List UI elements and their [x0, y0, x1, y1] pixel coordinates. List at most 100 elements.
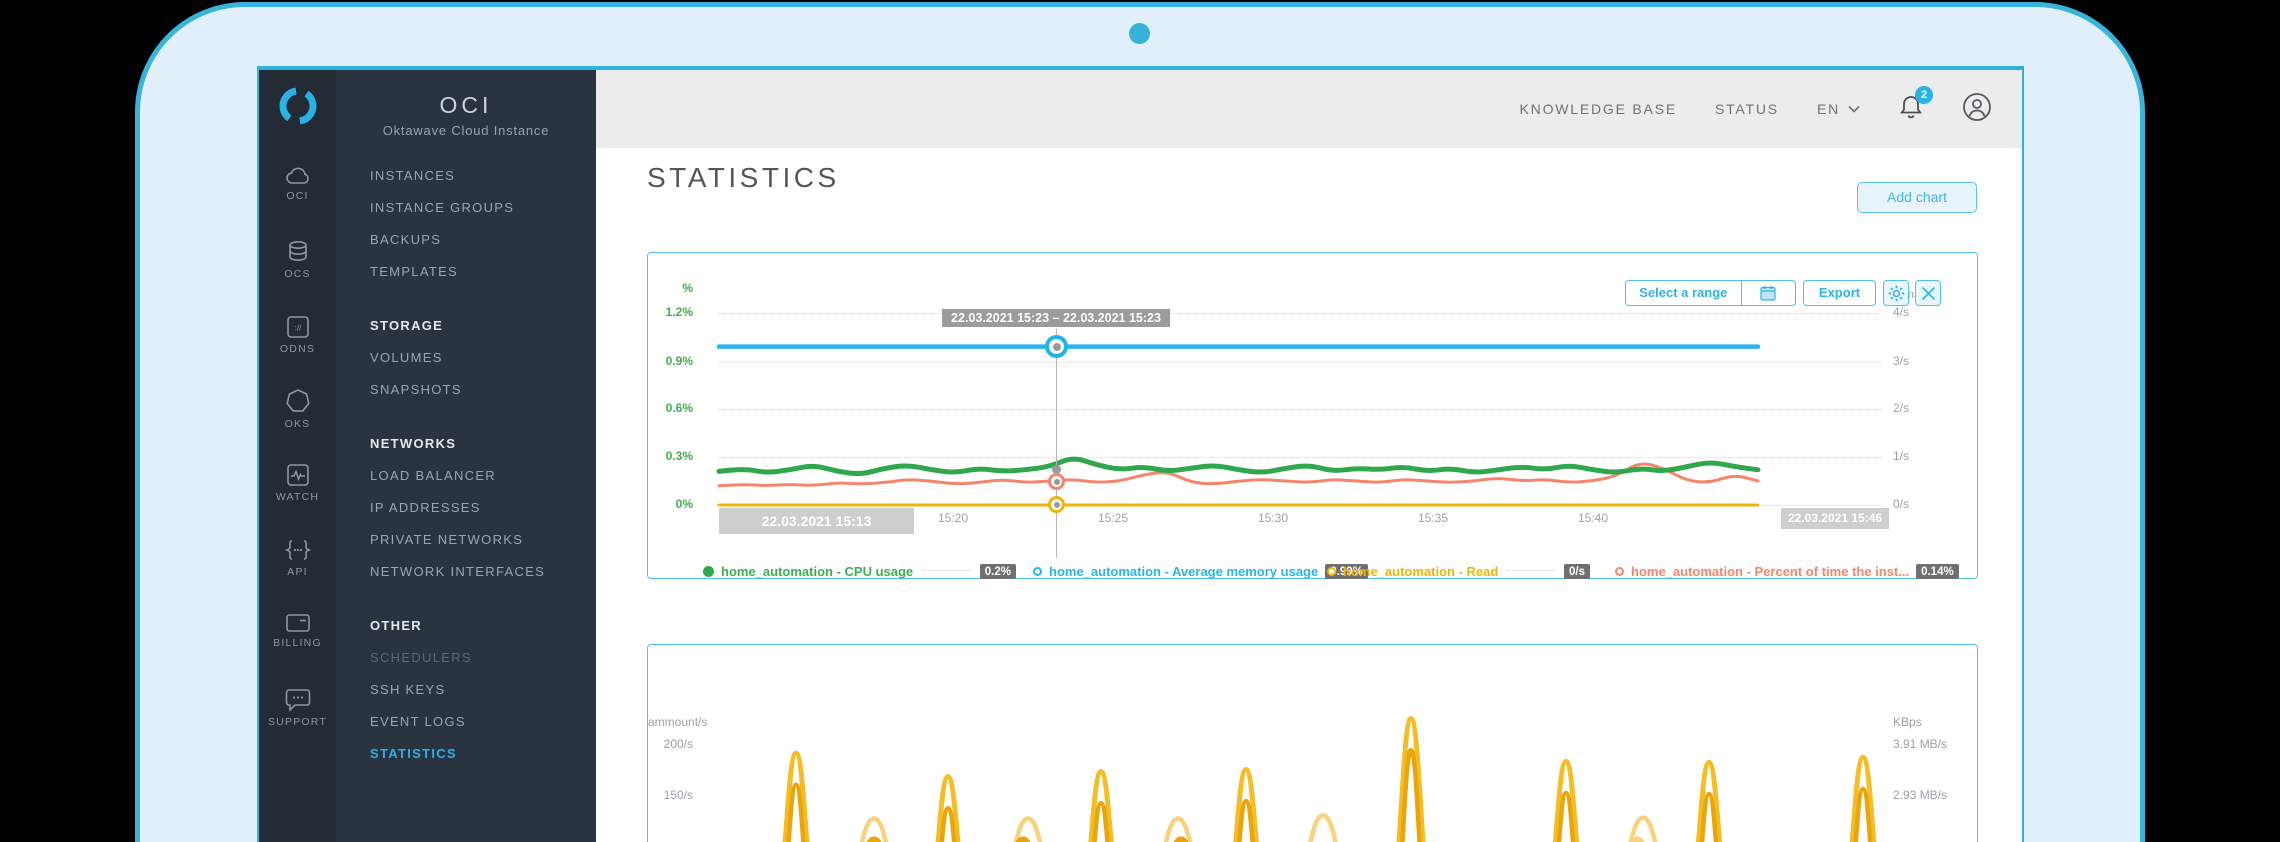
sidebar: OCI Oktawave Cloud Instance INSTANCES IN…: [336, 70, 596, 842]
sidebar-item-private-networks[interactable]: PRIVATE NETWORKS: [370, 524, 590, 556]
y-left-tick: 0.9%: [648, 354, 693, 368]
sidebar-item-instance-groups[interactable]: INSTANCE GROUPS: [370, 192, 590, 224]
api-icon: [284, 538, 312, 562]
sidebar-item-schedulers[interactable]: SCHEDULERS: [370, 642, 590, 674]
x-tick: 15:35: [1418, 511, 1448, 525]
icon-rail: OCI OCS :// ODNS OKS: [259, 70, 336, 842]
legend-leader: [1507, 570, 1555, 571]
language-selector[interactable]: EN: [1817, 101, 1860, 117]
calendar-icon: [1760, 285, 1776, 301]
sidebar-spacer: [370, 406, 590, 428]
sidebar-header-storage: STORAGE: [370, 310, 590, 342]
sidebar-item-volumes[interactable]: VOLUMES: [370, 342, 590, 374]
rail-label: API: [259, 566, 336, 578]
select-range-label: Select a range: [1626, 281, 1741, 305]
rail-label: OCS: [259, 268, 336, 280]
chart-card-operations: ammount/s 200/s 150/s KBps 3.91 MB/s 2.9…: [647, 644, 1978, 842]
legend-label: home_automation - Average memory usage: [1049, 564, 1318, 579]
marker-read: [1048, 496, 1065, 513]
sidebar-item-load-balancer[interactable]: LOAD BALANCER: [370, 460, 590, 492]
user-avatar-icon: [1962, 92, 1992, 122]
main-area: KNOWLEDGE BASE STATUS EN 2: [596, 70, 2024, 842]
rail-item-api[interactable]: API: [259, 538, 336, 578]
cpu-memory-chart-plot: [719, 305, 1763, 520]
monitoring-icon: [286, 463, 310, 487]
rail-item-support[interactable]: SUPPORT: [259, 688, 336, 728]
notifications-button[interactable]: 2: [1898, 93, 1924, 126]
y-right-tick: 2/s: [1893, 401, 1973, 415]
profile-button[interactable]: [1962, 92, 1992, 127]
rail-label: SUPPORT: [259, 716, 336, 728]
legend-label: home_automation - CPU usage: [721, 564, 913, 579]
sidebar-item-event-logs[interactable]: EVENT LOGS: [370, 706, 590, 738]
sidebar-item-templates[interactable]: TEMPLATES: [370, 256, 590, 288]
legend-marker-open: [1615, 567, 1624, 576]
marker-memory: [1045, 335, 1068, 358]
y-right-tick: 0/s: [1893, 497, 1973, 511]
sidebar-header-networks: NETWORKS: [370, 428, 590, 460]
rail-item-billing[interactable]: BILLING: [259, 613, 336, 649]
sidebar-item-ip-addresses[interactable]: IP ADDRESSES: [370, 492, 590, 524]
close-icon: [1921, 286, 1936, 301]
app-window: OCI OCS :// ODNS OKS: [257, 66, 2024, 842]
x-tick: 15:20: [938, 511, 968, 525]
rail-label: OCI: [259, 190, 336, 202]
knowledge-base-link[interactable]: KNOWLEDGE BASE: [1520, 101, 1677, 117]
sidebar-item-backups[interactable]: BACKUPS: [370, 224, 590, 256]
rail-item-oci[interactable]: OCI: [259, 166, 336, 202]
sidebar-item-snapshots[interactable]: SNAPSHOTS: [370, 374, 590, 406]
legend-value-chip: 0/s: [1564, 564, 1590, 579]
legend-leader: [922, 570, 971, 571]
kubernetes-icon: [285, 388, 311, 414]
sidebar-item-network-interfaces[interactable]: NETWORK INTERFACES: [370, 556, 590, 588]
select-range-button[interactable]: Select a range: [1625, 280, 1796, 306]
chevron-down-icon: [1848, 105, 1860, 113]
rail-item-watch[interactable]: WATCH: [259, 463, 336, 503]
legend-marker-open: [1033, 567, 1042, 576]
sidebar-item-ssh-keys[interactable]: SSH KEYS: [370, 674, 590, 706]
notification-badge: 2: [1915, 86, 1933, 104]
y-left-unit: %: [648, 281, 693, 295]
oktawave-logo-icon: [276, 84, 320, 128]
y-right-tick: 1/s: [1893, 449, 1973, 463]
export-button[interactable]: Export: [1803, 280, 1876, 306]
x-tick: 15:30: [1258, 511, 1288, 525]
oktawave-logo[interactable]: [259, 84, 336, 133]
sidebar-title: OCI: [336, 92, 596, 119]
rail-item-ocs[interactable]: OCS: [259, 240, 336, 280]
legend-value-chip: 0.2%: [980, 564, 1016, 579]
chart-close-button[interactable]: [1915, 280, 1941, 306]
y-right-tick: 4/s: [1893, 305, 1973, 319]
range-end-chip: 22.03.2021 15:46: [1781, 508, 1889, 529]
sidebar-item-statistics[interactable]: STATISTICS: [370, 738, 590, 770]
legend-item-percent-time[interactable]: home_automation - Percent of time the in…: [1615, 564, 1959, 579]
y-left-tick: 0%: [648, 497, 693, 511]
legend-item-memory[interactable]: home_automation - Average memory usage 0…: [1033, 564, 1368, 579]
y-left-tick: 1.2%: [648, 305, 693, 319]
legend-item-read[interactable]: home_automation - Read 0/s: [1327, 564, 1590, 579]
billing-icon: [285, 613, 311, 633]
calendar-button[interactable]: [1741, 281, 1795, 305]
sidebar-menu: INSTANCES INSTANCE GROUPS BACKUPS TEMPLA…: [370, 160, 590, 770]
dns-icon: ://: [286, 315, 310, 339]
rail-item-oks[interactable]: OKS: [259, 388, 336, 430]
y-right-tick: 3/s: [1893, 354, 1973, 368]
sidebar-spacer: [370, 588, 590, 610]
support-icon: [285, 688, 311, 712]
status-link[interactable]: STATUS: [1715, 101, 1779, 117]
chart-tooltip: 22.03.2021 15:23 – 22.03.2021 15:23: [942, 309, 1170, 327]
add-chart-button[interactable]: Add chart: [1857, 182, 1977, 213]
topbar: KNOWLEDGE BASE STATUS EN 2: [596, 70, 2024, 148]
y-left-tick: 0.6%: [648, 401, 693, 415]
sidebar-item-instances[interactable]: INSTANCES: [370, 160, 590, 192]
chart-settings-button[interactable]: [1883, 280, 1909, 306]
marker-percent-time: [1048, 473, 1065, 490]
sidebar-spacer: [370, 288, 590, 310]
crosshair-line: [1056, 329, 1058, 558]
y-left-tick: 0.3%: [648, 449, 693, 463]
legend-label: home_automation - Percent of time the in…: [1631, 564, 1909, 579]
x-tick: 15:40: [1578, 511, 1608, 525]
range-start-chip: 22.03.2021 15:13: [719, 508, 914, 534]
rail-item-odns[interactable]: :// ODNS: [259, 315, 336, 355]
legend-item-cpu[interactable]: home_automation - CPU usage 0.2%: [703, 564, 1016, 579]
